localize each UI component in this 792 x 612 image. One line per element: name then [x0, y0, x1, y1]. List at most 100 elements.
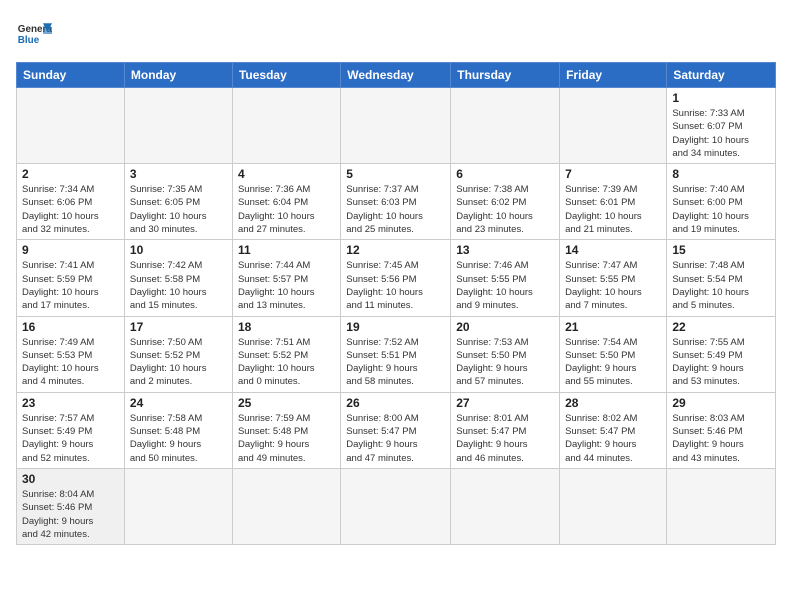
- calendar-cell: 10Sunrise: 7:42 AM Sunset: 5:58 PM Dayli…: [124, 240, 232, 316]
- calendar-cell: 9 Sunrise: 7:41 AM Sunset: 5:59 PM Daylig…: [17, 240, 125, 316]
- calendar-cell: 20 Sunrise: 7:53 AM Sunset: 5:50 PM Dayli…: [451, 316, 560, 392]
- day-number: 27: [456, 396, 554, 410]
- calendar-cell: 8 Sunrise: 7:40 AM Sunset: 6:00 PM Daylig…: [667, 164, 776, 240]
- day-info: Sunrise: 7:53 AM Sunset: 5:50 PM Dayligh…: [456, 336, 554, 389]
- day-number: 29: [672, 396, 770, 410]
- calendar-cell: 17 Sunrise: 7:50 AM Sunset: 5:52 PM Dayli…: [124, 316, 232, 392]
- calendar-cell: [341, 468, 451, 544]
- calendar-cell: 25Sunrise: 7:59 AM Sunset: 5:48 PM Dayli…: [232, 392, 340, 468]
- calendar-cell: 14Sunrise: 7:47 AM Sunset: 5:55 PM Dayli…: [560, 240, 667, 316]
- day-info: Sunrise: 7:49 AM Sunset: 5:53 PM Dayligh…: [22, 336, 119, 389]
- calendar-cell: 16 Sunrise: 7:49 AM Sunset: 5:53 PM Dayli…: [17, 316, 125, 392]
- calendar-cell: [560, 468, 667, 544]
- day-info: Sunrise: 8:02 AM Sunset: 5:47 PM Dayligh…: [565, 412, 661, 465]
- day-number: 21: [565, 320, 661, 334]
- day-number: 13: [456, 243, 554, 257]
- weekday-header: Saturday: [667, 63, 776, 88]
- day-info: Sunrise: 7:42 AM Sunset: 5:58 PM Dayligh…: [130, 259, 227, 312]
- calendar-cell: 11 Sunrise: 7:44 AM Sunset: 5:57 PM Dayli…: [232, 240, 340, 316]
- day-number: 30: [22, 472, 119, 486]
- day-info: Sunrise: 7:48 AM Sunset: 5:54 PM Dayligh…: [672, 259, 770, 312]
- day-number: 23: [22, 396, 119, 410]
- weekday-header: Sunday: [17, 63, 125, 88]
- calendar-cell: 12Sunrise: 7:45 AM Sunset: 5:56 PM Dayli…: [341, 240, 451, 316]
- calendar-cell: 29 Sunrise: 8:03 AM Sunset: 5:46 PM Dayli…: [667, 392, 776, 468]
- day-info: Sunrise: 7:46 AM Sunset: 5:55 PM Dayligh…: [456, 259, 554, 312]
- calendar-cell: [451, 88, 560, 164]
- calendar-cell: 13 Sunrise: 7:46 AM Sunset: 5:55 PM Dayli…: [451, 240, 560, 316]
- calendar-cell: [124, 468, 232, 544]
- day-info: Sunrise: 7:34 AM Sunset: 6:06 PM Dayligh…: [22, 183, 119, 236]
- day-number: 12: [346, 243, 445, 257]
- weekday-header: Thursday: [451, 63, 560, 88]
- calendar-cell: 7Sunrise: 7:39 AM Sunset: 6:01 PM Daylig…: [560, 164, 667, 240]
- day-number: 19: [346, 320, 445, 334]
- day-info: Sunrise: 7:57 AM Sunset: 5:49 PM Dayligh…: [22, 412, 119, 465]
- day-info: Sunrise: 7:54 AM Sunset: 5:50 PM Dayligh…: [565, 336, 661, 389]
- calendar-cell: 21 Sunrise: 7:54 AM Sunset: 5:50 PM Dayli…: [560, 316, 667, 392]
- calendar-cell: 19 Sunrise: 7:52 AM Sunset: 5:51 PM Dayli…: [341, 316, 451, 392]
- day-info: Sunrise: 7:37 AM Sunset: 6:03 PM Dayligh…: [346, 183, 445, 236]
- day-number: 25: [238, 396, 335, 410]
- calendar-cell: [232, 88, 340, 164]
- calendar-cell: 22 Sunrise: 7:55 AM Sunset: 5:49 PM Dayli…: [667, 316, 776, 392]
- day-number: 8: [672, 167, 770, 181]
- day-info: Sunrise: 7:52 AM Sunset: 5:51 PM Dayligh…: [346, 336, 445, 389]
- day-info: Sunrise: 8:00 AM Sunset: 5:47 PM Dayligh…: [346, 412, 445, 465]
- calendar-cell: [451, 468, 560, 544]
- day-number: 16: [22, 320, 119, 334]
- calendar-cell: [341, 88, 451, 164]
- day-number: 14: [565, 243, 661, 257]
- day-number: 6: [456, 167, 554, 181]
- day-info: Sunrise: 8:04 AM Sunset: 5:46 PM Dayligh…: [22, 488, 119, 541]
- calendar-cell: 4 Sunrise: 7:36 AM Sunset: 6:04 PM Daylig…: [232, 164, 340, 240]
- day-number: 9: [22, 243, 119, 257]
- day-info: Sunrise: 7:51 AM Sunset: 5:52 PM Dayligh…: [238, 336, 335, 389]
- day-number: 5: [346, 167, 445, 181]
- calendar-cell: 5 Sunrise: 7:37 AM Sunset: 6:03 PM Daylig…: [341, 164, 451, 240]
- calendar-cell: 2Sunrise: 7:34 AM Sunset: 6:06 PM Daylig…: [17, 164, 125, 240]
- calendar-cell: 28 Sunrise: 8:02 AM Sunset: 5:47 PM Dayli…: [560, 392, 667, 468]
- calendar-cell: 3Sunrise: 7:35 AM Sunset: 6:05 PM Daylig…: [124, 164, 232, 240]
- calendar-cell: 27Sunrise: 8:01 AM Sunset: 5:47 PM Dayli…: [451, 392, 560, 468]
- day-number: 11: [238, 243, 335, 257]
- day-info: Sunrise: 7:36 AM Sunset: 6:04 PM Dayligh…: [238, 183, 335, 236]
- day-number: 1: [672, 91, 770, 105]
- day-info: Sunrise: 8:03 AM Sunset: 5:46 PM Dayligh…: [672, 412, 770, 465]
- day-info: Sunrise: 7:58 AM Sunset: 5:48 PM Dayligh…: [130, 412, 227, 465]
- weekday-header: Friday: [560, 63, 667, 88]
- day-number: 15: [672, 243, 770, 257]
- calendar-cell: 6 Sunrise: 7:38 AM Sunset: 6:02 PM Daylig…: [451, 164, 560, 240]
- day-number: 4: [238, 167, 335, 181]
- day-number: 18: [238, 320, 335, 334]
- day-info: Sunrise: 7:41 AM Sunset: 5:59 PM Dayligh…: [22, 259, 119, 312]
- calendar-cell: [667, 468, 776, 544]
- calendar-cell: [124, 88, 232, 164]
- day-info: Sunrise: 7:44 AM Sunset: 5:57 PM Dayligh…: [238, 259, 335, 312]
- day-number: 7: [565, 167, 661, 181]
- day-number: 3: [130, 167, 227, 181]
- day-info: Sunrise: 7:50 AM Sunset: 5:52 PM Dayligh…: [130, 336, 227, 389]
- day-info: Sunrise: 7:40 AM Sunset: 6:00 PM Dayligh…: [672, 183, 770, 236]
- logo-icon: General Blue: [16, 16, 52, 52]
- calendar-cell: [560, 88, 667, 164]
- day-info: Sunrise: 7:38 AM Sunset: 6:02 PM Dayligh…: [456, 183, 554, 236]
- day-number: 17: [130, 320, 227, 334]
- day-number: 26: [346, 396, 445, 410]
- calendar-cell: 18 Sunrise: 7:51 AM Sunset: 5:52 PM Dayli…: [232, 316, 340, 392]
- calendar-cell: 30 Sunrise: 8:04 AM Sunset: 5:46 PM Dayli…: [17, 468, 125, 544]
- calendar-table: SundayMondayTuesdayWednesdayThursdayFrid…: [16, 62, 776, 545]
- weekday-header: Monday: [124, 63, 232, 88]
- calendar-cell: [17, 88, 125, 164]
- day-info: Sunrise: 7:33 AM Sunset: 6:07 PM Dayligh…: [672, 107, 770, 160]
- day-number: 22: [672, 320, 770, 334]
- day-number: 20: [456, 320, 554, 334]
- calendar-cell: 26 Sunrise: 8:00 AM Sunset: 5:47 PM Dayli…: [341, 392, 451, 468]
- weekday-header: Tuesday: [232, 63, 340, 88]
- day-info: Sunrise: 7:55 AM Sunset: 5:49 PM Dayligh…: [672, 336, 770, 389]
- calendar-cell: 1 Sunrise: 7:33 AM Sunset: 6:07 PM Daylig…: [667, 88, 776, 164]
- day-number: 28: [565, 396, 661, 410]
- logo: General Blue: [16, 16, 52, 52]
- calendar-cell: [232, 468, 340, 544]
- weekday-header: Wednesday: [341, 63, 451, 88]
